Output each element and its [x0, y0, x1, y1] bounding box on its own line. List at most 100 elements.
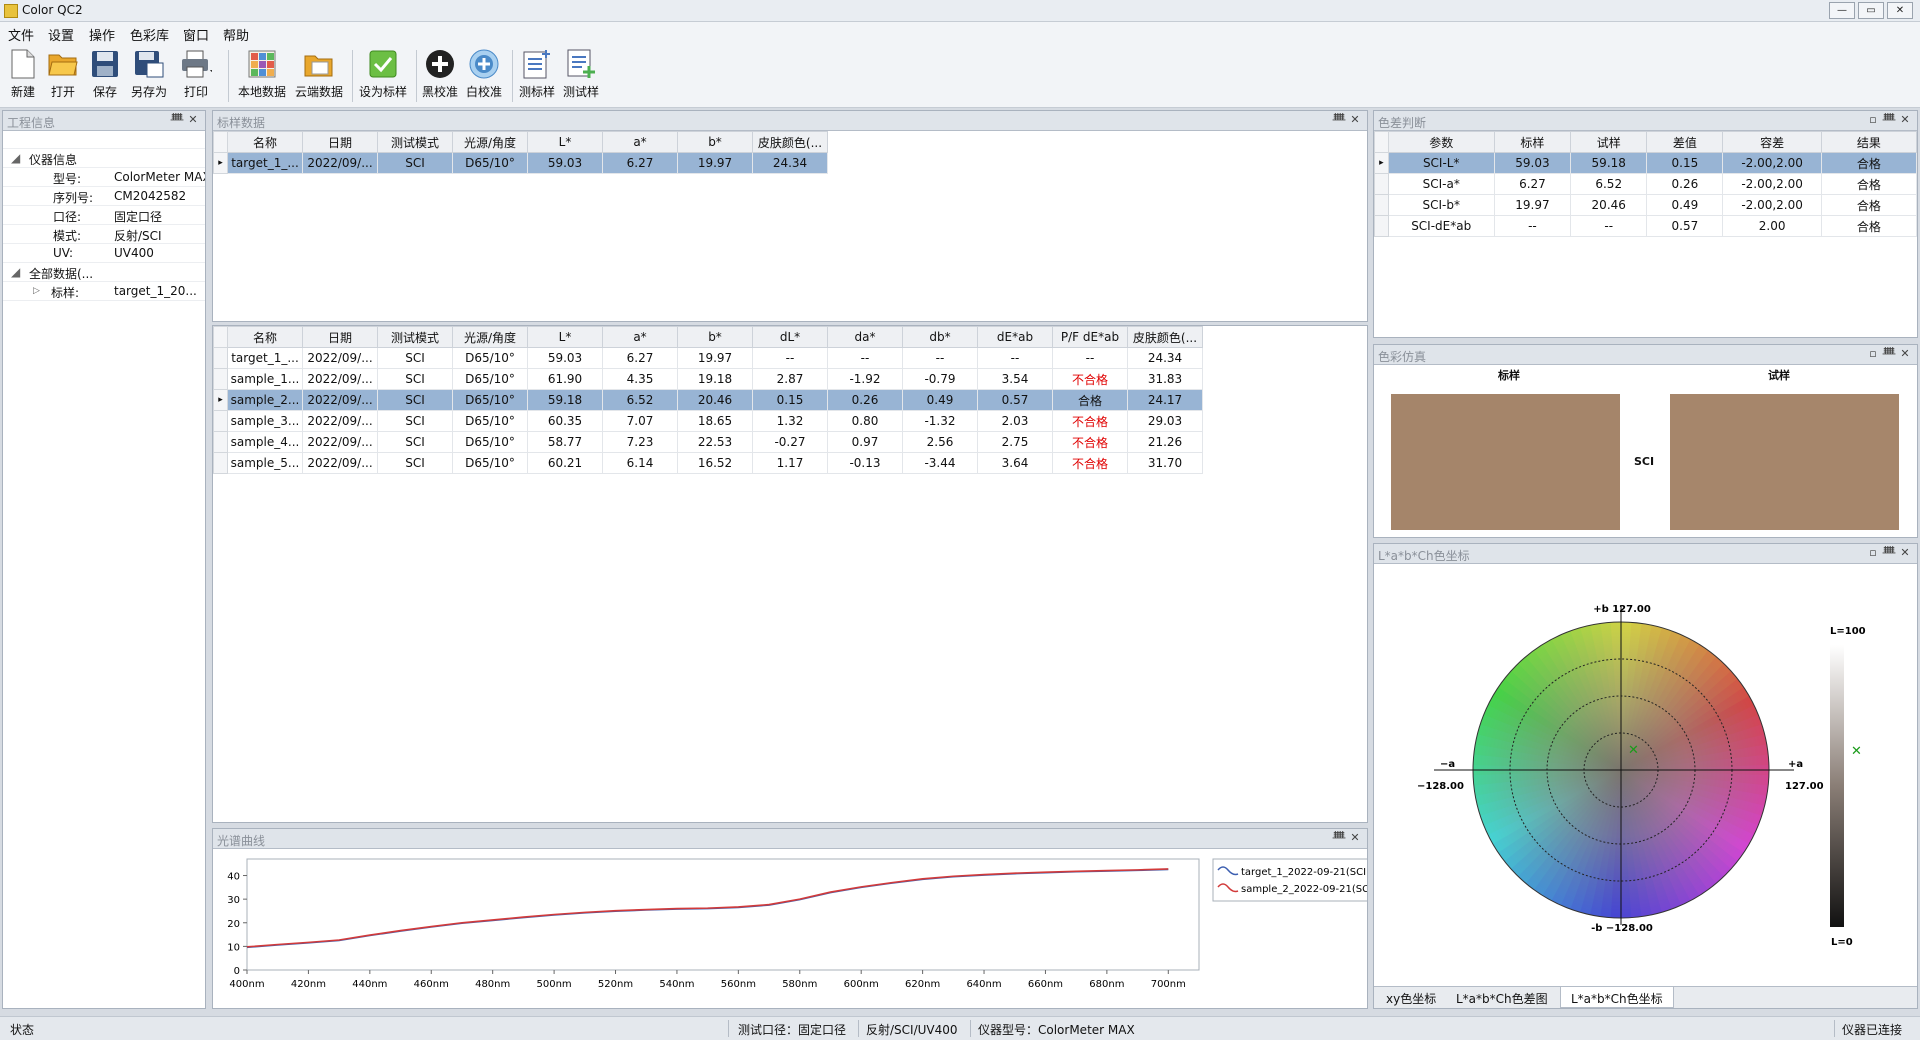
- menu-operation[interactable]: 操作: [89, 25, 115, 44]
- table-cell[interactable]: SCI: [377, 389, 453, 411]
- table-cell[interactable]: 6.27: [602, 347, 678, 369]
- close-icon[interactable]: ✕: [1897, 113, 1913, 126]
- table-cell[interactable]: SCI-dE*ab: [1387, 215, 1495, 237]
- table-row[interactable]: target_1_... 2022/09/... SCI D65/10° 59.03 6.…: [213, 347, 1203, 369]
- table-cell[interactable]: 59.03: [527, 152, 603, 174]
- cloud-data-button[interactable]: 云端数据: [292, 48, 346, 100]
- set-standard-button[interactable]: 设为标样: [356, 48, 410, 100]
- open-button[interactable]: 打开: [46, 48, 80, 100]
- table-cell[interactable]: 24.17: [1127, 389, 1203, 411]
- tab-lab-diff-chart[interactable]: L*a*b*Ch色差图: [1446, 987, 1558, 1008]
- table-cell[interactable]: --: [752, 347, 828, 369]
- table-cell[interactable]: target_1_...: [227, 347, 303, 369]
- table-cell[interactable]: -2.00,2.00: [1722, 194, 1822, 216]
- table-cell[interactable]: 59.03: [527, 347, 603, 369]
- tree-node-standard[interactable]: ▷ 标样: target_1_20...: [3, 282, 205, 301]
- table-cell[interactable]: 0.49: [902, 389, 978, 411]
- table-cell[interactable]: -3.44: [902, 452, 978, 474]
- table-cell[interactable]: 不合格: [1052, 368, 1128, 390]
- pin-icon[interactable]: ᚙ: [1881, 546, 1897, 559]
- table-row[interactable]: SCI-b* 19.97 20.46 0.49 -2.00,2.00 合格: [1374, 194, 1917, 216]
- close-icon[interactable]: ✕: [1347, 831, 1363, 844]
- expand-icon[interactable]: ▷: [33, 286, 40, 296]
- column-header[interactable]: 试样: [1570, 131, 1648, 153]
- table-cell[interactable]: 0.97: [827, 431, 903, 453]
- table-cell[interactable]: D65/10°: [452, 452, 528, 474]
- table-cell[interactable]: --: [1493, 215, 1572, 237]
- table-cell[interactable]: 合格: [1820, 194, 1917, 216]
- table-cell[interactable]: -1.32: [902, 410, 978, 432]
- table-cell[interactable]: 0.57: [977, 389, 1053, 411]
- table-cell[interactable]: 2.75: [977, 431, 1053, 453]
- table-row[interactable]: ▸ SCI-L* 59.03 59.18 0.15 -2.00,2.00 合格: [1374, 152, 1917, 174]
- table-cell[interactable]: -1.92: [827, 368, 903, 390]
- table-cell[interactable]: D65/10°: [452, 431, 528, 453]
- column-header[interactable]: da*: [827, 326, 903, 348]
- menu-help[interactable]: 帮助: [223, 25, 249, 44]
- table-cell[interactable]: 不合格: [1052, 431, 1128, 453]
- table-cell[interactable]: --: [977, 347, 1053, 369]
- new-button[interactable]: 新建: [6, 48, 40, 100]
- table-cell[interactable]: --: [902, 347, 978, 369]
- black-calibration-button[interactable]: 黑校准: [420, 48, 460, 100]
- column-header[interactable]: 参数: [1387, 131, 1495, 153]
- table-cell[interactable]: 0.15: [1646, 152, 1724, 174]
- table-cell[interactable]: 2.56: [902, 431, 978, 453]
- menu-settings[interactable]: 设置: [48, 25, 74, 44]
- table-cell[interactable]: SCI: [377, 368, 453, 390]
- tab-xy-coordinate[interactable]: xy色坐标: [1376, 987, 1446, 1008]
- table-cell[interactable]: 1.17: [752, 452, 828, 474]
- table-cell[interactable]: 4.35: [602, 368, 678, 390]
- collapse-icon[interactable]: ◢: [11, 151, 20, 165]
- table-cell[interactable]: --: [1052, 347, 1128, 369]
- tab-lab-coordinate[interactable]: L*a*b*Ch色坐标: [1560, 987, 1674, 1008]
- table-row[interactable]: SCI-a* 6.27 6.52 0.26 -2.00,2.00 合格: [1374, 173, 1917, 195]
- column-header[interactable]: 结果: [1820, 131, 1917, 153]
- column-header[interactable]: 测试模式: [377, 326, 453, 348]
- column-header[interactable]: 皮肤颜色(...: [752, 131, 828, 153]
- table-cell[interactable]: 0.26: [827, 389, 903, 411]
- table-cell[interactable]: D65/10°: [452, 368, 528, 390]
- table-row[interactable]: ▸ sample_2... 2022/09/... SCI D65/10° 59.18 6.…: [213, 389, 1203, 411]
- table-cell[interactable]: -0.13: [827, 452, 903, 474]
- close-icon[interactable]: ✕: [1897, 347, 1913, 360]
- column-header[interactable]: 皮肤颜色(...: [1127, 326, 1203, 348]
- table-cell[interactable]: 2022/09/...: [302, 347, 378, 369]
- table-cell[interactable]: 0.26: [1646, 173, 1724, 195]
- maximize-icon[interactable]: ▫: [1865, 113, 1881, 126]
- measure-standard-button[interactable]: 测标样: [516, 48, 558, 100]
- table-cell[interactable]: -0.27: [752, 431, 828, 453]
- table-cell[interactable]: 合格: [1052, 389, 1128, 411]
- table-cell[interactable]: 19.97: [1493, 194, 1572, 216]
- minimize-button[interactable]: —: [1829, 2, 1855, 19]
- table-row[interactable]: sample_1... 2022/09/... SCI D65/10° 61.90 4.3…: [213, 368, 1203, 390]
- menu-window[interactable]: 窗口: [183, 25, 209, 44]
- column-header[interactable]: P/F dE*ab: [1052, 326, 1128, 348]
- table-cell[interactable]: D65/10°: [452, 152, 528, 174]
- table-cell[interactable]: 31.83: [1127, 368, 1203, 390]
- table-cell[interactable]: 29.03: [1127, 410, 1203, 432]
- tree-row[interactable]: 口径: 固定口径: [3, 206, 205, 225]
- close-icon[interactable]: ✕: [185, 113, 201, 126]
- table-cell[interactable]: -2.00,2.00: [1722, 152, 1822, 174]
- table-cell[interactable]: 0.15: [752, 389, 828, 411]
- pin-icon[interactable]: ᚙ: [169, 113, 185, 126]
- column-header[interactable]: 名称: [227, 131, 303, 153]
- column-header[interactable]: 日期: [302, 326, 378, 348]
- table-cell[interactable]: 19.18: [677, 368, 753, 390]
- table-cell[interactable]: SCI: [377, 431, 453, 453]
- table-cell[interactable]: 合格: [1820, 152, 1917, 174]
- table-cell[interactable]: 59.18: [1570, 152, 1648, 174]
- table-cell[interactable]: sample_5...: [227, 452, 303, 474]
- measure-sample-button[interactable]: 测试样: [560, 48, 602, 100]
- column-header[interactable]: 光源/角度: [452, 131, 528, 153]
- print-button[interactable]: 打印: [176, 48, 216, 100]
- menu-color-library[interactable]: 色彩库: [130, 25, 169, 44]
- restore-button[interactable]: ▭: [1858, 2, 1884, 19]
- table-cell[interactable]: --: [827, 347, 903, 369]
- table-cell[interactable]: 1.32: [752, 410, 828, 432]
- save-button[interactable]: 保存: [88, 48, 122, 100]
- table-cell[interactable]: 20.46: [677, 389, 753, 411]
- column-header[interactable]: 名称: [227, 326, 303, 348]
- table-row[interactable]: sample_3... 2022/09/... SCI D65/10° 60.35 7.0…: [213, 410, 1203, 432]
